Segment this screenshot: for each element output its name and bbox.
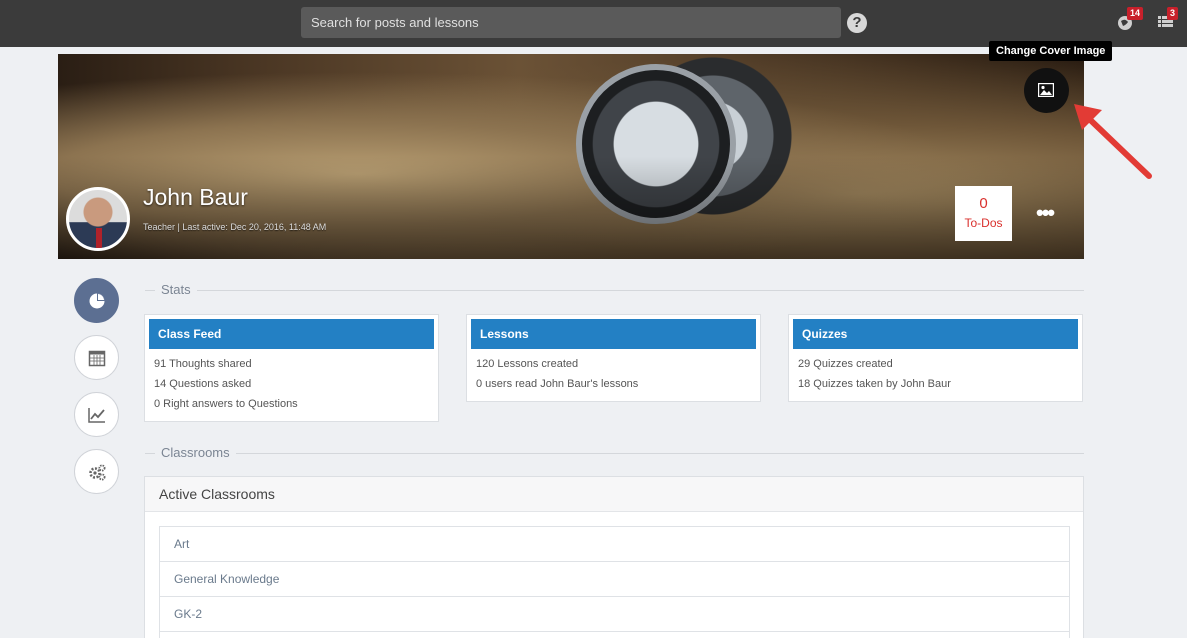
image-icon: [1038, 83, 1054, 97]
classrooms-heading-label: Classrooms: [155, 445, 236, 460]
notifications-badge: 14: [1127, 7, 1144, 20]
classrooms-heading: Classrooms: [145, 445, 1084, 460]
stat-line: 14 Questions asked: [154, 378, 252, 390]
profile-meta: Teacher | Last active: Dec 20, 2016, 11:…: [143, 222, 327, 232]
pie-chart-icon: [89, 293, 105, 309]
classroom-item[interactable]: Art: [159, 526, 1070, 561]
stat-line: 18 Quizzes taken by John Baur: [798, 378, 951, 390]
stat-line: 0 Right answers to Questions: [154, 398, 298, 410]
stat-card-quizzes: Quizzes 29 Quizzes created 18 Quizzes ta…: [788, 314, 1083, 402]
side-nav-progress[interactable]: [74, 392, 119, 437]
stat-card-title: Class Feed: [149, 319, 434, 349]
red-arrow-annotation: [1074, 104, 1152, 179]
stat-card-lessons: Lessons 120 Lessons created 0 users read…: [466, 314, 761, 402]
help-icon[interactable]: ?: [847, 13, 867, 33]
active-classrooms-title: Active Classrooms: [145, 477, 1083, 512]
avatar-tie: [96, 228, 102, 248]
notifications-button[interactable]: 14: [1116, 7, 1144, 34]
stat-line: 0 users read John Baur's lessons: [476, 378, 639, 390]
side-nav-stats[interactable]: [74, 278, 119, 323]
change-cover-button[interactable]: [1024, 68, 1069, 113]
stat-line: 29 Quizzes created: [798, 358, 893, 370]
classroom-item[interactable]: General Knowledge: [159, 561, 1070, 596]
stat-card-title: Quizzes: [793, 319, 1078, 349]
profile-name: John Baur: [143, 184, 248, 210]
search-input[interactable]: [301, 7, 841, 38]
line-chart-icon: [88, 408, 105, 423]
todos-label: To-Dos: [964, 216, 1003, 230]
todos-button[interactable]: 0 To-Dos: [955, 186, 1012, 241]
classroom-item[interactable]: [159, 631, 1070, 638]
avatar[interactable]: [66, 187, 130, 251]
calendar-icon: [88, 350, 106, 367]
tasks-badge: 3: [1167, 7, 1179, 20]
active-classrooms-panel: Active Classrooms Art General Knowledge …: [144, 476, 1084, 638]
top-bar: ? 14 3: [0, 0, 1187, 47]
side-nav-settings[interactable]: [74, 449, 119, 494]
stat-line: 91 Thoughts shared: [154, 358, 252, 370]
todos-count: 0: [979, 195, 988, 212]
stat-card-class-feed: Class Feed 91 Thoughts shared 14 Questio…: [144, 314, 439, 422]
more-options-icon[interactable]: •••: [1036, 202, 1055, 224]
gears-icon: [89, 464, 106, 481]
classroom-item[interactable]: GK-2: [159, 596, 1070, 631]
stats-heading-label: Stats: [155, 282, 197, 297]
stats-heading: Stats: [145, 282, 1084, 297]
change-cover-tooltip: Change Cover Image: [989, 41, 1113, 61]
side-nav-calendar[interactable]: [74, 335, 119, 380]
stat-line: 120 Lessons created: [476, 358, 579, 370]
tasks-button[interactable]: 3: [1157, 7, 1179, 34]
classroom-list: Art General Knowledge GK-2: [159, 526, 1070, 638]
stat-card-title: Lessons: [471, 319, 756, 349]
